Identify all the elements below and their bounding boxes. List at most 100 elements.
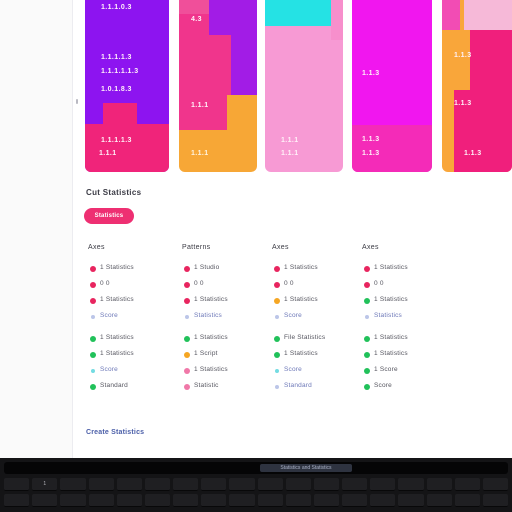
stat-card-4[interactable]: 1.1.3 1.1.3 1.1.3 [352,0,432,172]
legend-item[interactable]: 1 Script [180,348,264,364]
keyboard-key[interactable] [454,478,480,491]
keyboard-key[interactable] [173,478,199,491]
legend-item[interactable]: 1 Statistics [86,294,170,310]
keyboard-key[interactable] [4,494,30,507]
keyboard-key[interactable] [342,478,368,491]
keyboard-key[interactable] [313,494,340,507]
statistics-button[interactable]: Statistics [84,208,134,224]
card-value: 1.1.1 [191,102,209,109]
legend-label: Score [284,366,302,373]
keyboard-key[interactable] [116,494,142,507]
keyboard-key[interactable] [88,494,114,507]
keyboard-key[interactable] [201,478,227,491]
legend-item[interactable]: Statistics [360,310,444,326]
legend-item[interactable]: Score [270,364,354,380]
stat-card-5[interactable]: 1.1.3 1.1.3 1.1.3 [442,0,512,172]
keyboard-key[interactable] [370,494,396,507]
keyboard-key[interactable] [60,494,86,507]
keyboard-key[interactable] [398,478,424,491]
keyboard-key[interactable] [313,478,340,491]
keyboard-key[interactable] [32,494,58,507]
legend-item[interactable]: Statistics [180,310,264,326]
keyboard-key[interactable] [173,494,199,507]
legend-label: 1 Statistics [374,350,408,357]
keyboard-key[interactable]: 1 [32,478,58,491]
legend-label: Score [100,312,118,319]
keyboard-key[interactable] [201,494,227,507]
keyboard-key[interactable] [257,478,283,491]
legend-item[interactable]: 1 Statistics [360,348,444,364]
legend-item[interactable]: 1 Statistics [270,348,354,364]
legend-label: 1 Statistics [100,350,134,357]
stat-card-1[interactable]: 1.1.1.0.3 1.1.1.1.3 1.1.1.1.1.3 1.0.1.8.… [85,0,169,172]
legend-item[interactable]: 1 Statistics [360,262,444,278]
status-dot-icon [184,298,190,304]
legend-item[interactable]: 0 0 [180,278,264,294]
card-block [464,0,512,30]
legend-item[interactable]: 0 0 [360,278,444,294]
keyboard-key[interactable] [144,478,171,491]
legend-item[interactable]: 0 0 [86,278,170,294]
keyboard-key[interactable] [285,494,311,507]
keyboard-key[interactable] [60,478,86,491]
keyboard-key[interactable] [370,478,396,491]
legend-item[interactable]: 1 Statistics [360,294,444,310]
card-value: 1.1.3 [362,136,380,143]
legend-item[interactable]: 1 Statistics [86,262,170,278]
create-statistics-link[interactable]: Create Statistics [86,429,144,436]
keyboard-key[interactable] [229,478,255,491]
keyboard-key[interactable] [342,494,368,507]
legend-item[interactable]: 1 Studio [180,262,264,278]
collapse-handle[interactable] [76,99,78,104]
keyboard-key[interactable] [4,478,30,491]
stat-card-3[interactable]: 1.1.1 1.1.1 [265,0,343,172]
card-block [442,0,460,30]
status-dot-icon [364,384,370,390]
keyboard-key[interactable] [398,494,424,507]
legend-label: 1 Statistics [374,296,408,303]
keyboard-key[interactable] [482,478,509,491]
legend-item[interactable]: 1 Statistics [180,364,264,380]
card-value: 1.1.3 [464,150,482,157]
keyboard-key[interactable] [116,478,142,491]
legend-label: 1 Statistics [284,350,318,357]
stat-card-2[interactable]: 4.3 1.1.1 1.1.1 [179,0,257,172]
keyboard-key[interactable] [257,494,283,507]
card-block [209,0,257,35]
legend-item[interactable]: 1 Statistics [360,332,444,348]
legend-item[interactable]: Score [360,380,444,396]
touch-bar-pill[interactable]: Statistics and Statistics [260,464,352,472]
legend-item[interactable]: 1 Statistics [270,294,354,310]
legend-item[interactable]: 1 Statistics [270,262,354,278]
card-block [227,95,257,130]
legend-column: Patterns 1 Studio 0 0 1 Statistics Statistic… [180,244,264,396]
status-dot-icon [184,352,190,358]
keyboard-key[interactable] [426,478,452,491]
card-block [331,0,343,40]
card-value: 1.1.1 [99,150,117,157]
legend-label: Score [100,366,118,373]
legend-item[interactable]: File Statistics [270,332,354,348]
keyboard-key[interactable] [454,494,480,507]
legend-item[interactable]: Standard [270,380,354,396]
legend-item[interactable]: 0 0 [270,278,354,294]
legend-item[interactable]: Statistic [180,380,264,396]
legend-item[interactable]: Standard [86,380,170,396]
keyboard-key[interactable] [482,494,509,507]
keyboard-key[interactable] [144,494,171,507]
legend-item[interactable]: 1 Statistics [180,294,264,310]
keyboard-key[interactable] [229,494,255,507]
keyboard-key[interactable] [426,494,452,507]
keyboard-key[interactable] [88,478,114,491]
status-dot-icon [184,368,190,374]
legend-item[interactable]: 1 Statistics [86,348,170,364]
legend-item[interactable]: Score [86,310,170,326]
keyboard-key[interactable] [285,478,311,491]
legend-item[interactable]: Score [86,364,170,380]
legend-item[interactable]: 1 Statistics [86,332,170,348]
legend-label: Statistics [374,312,403,319]
legend-item[interactable]: 1 Statistics [180,332,264,348]
status-dot-icon [274,298,280,304]
legend-item[interactable]: Score [270,310,354,326]
legend-item[interactable]: 1 Score [360,364,444,380]
